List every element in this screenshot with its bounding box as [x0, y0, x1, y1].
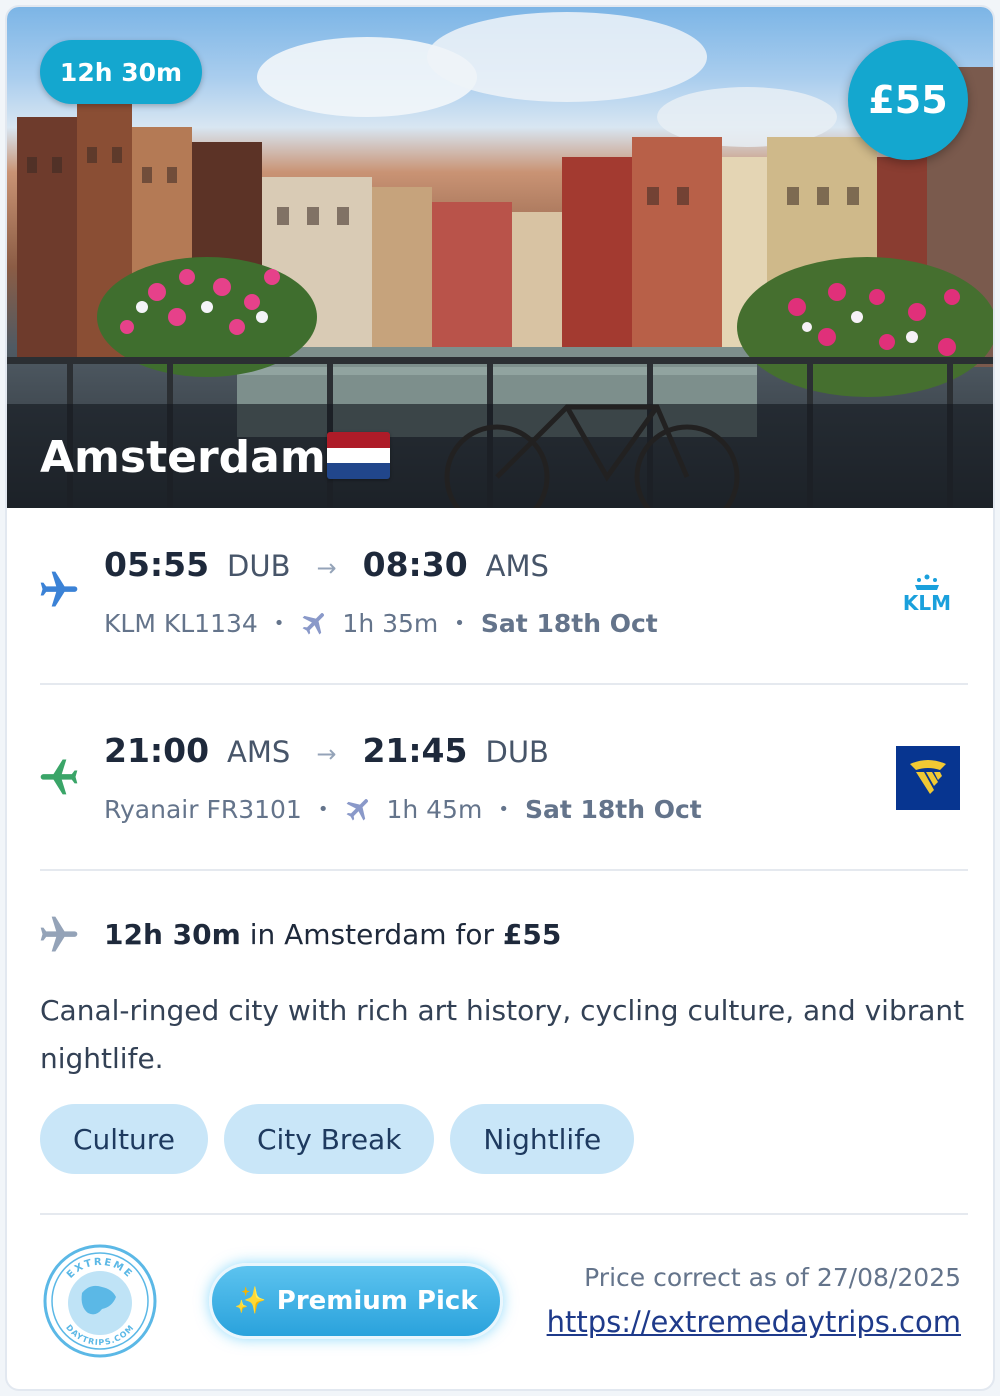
airline-flight-number: KLM KL1134 — [104, 608, 258, 638]
depart-airport: AMS — [227, 735, 291, 769]
ryanair-logo-icon — [896, 746, 960, 810]
layover-duration-badge: 12h 30m — [40, 40, 202, 104]
flight-date: Sat 18th Oct — [524, 794, 702, 824]
extreme-daytrips-logo: EXTREME DAYTRIPS.COM — [43, 1244, 157, 1358]
sparkles-icon: ✨ — [234, 1286, 267, 1316]
netherlands-flag-icon — [327, 432, 390, 479]
trip-summary: 12h 30m in Amsterdam for £55 — [104, 918, 561, 951]
website-link[interactable]: https://extremedaytrips.com — [547, 1305, 961, 1339]
airplane-emoji-icon — [347, 799, 369, 821]
hero-image: 12h 30m £55 Amsterdam — [7, 7, 993, 508]
depart-airport: DUB — [227, 549, 291, 583]
outbound-times: 05:55 DUB → 08:30 AMS — [104, 545, 549, 584]
plane-departure-icon — [40, 571, 78, 607]
trip-card: 12h 30m £55 Amsterdam 05:55 DUB → 08:30 … — [5, 5, 995, 1391]
arrive-airport: DUB — [485, 735, 549, 769]
flight-date: Sat 18th Oct — [480, 608, 658, 638]
depart-time: 05:55 — [104, 545, 210, 584]
airplane-emoji-icon — [303, 613, 325, 635]
depart-time: 21:00 — [104, 731, 210, 770]
return-flight[interactable]: 21:00 AMS → 21:45 DUB Ryanair FR3101 • 1… — [7, 731, 993, 841]
plane-return-icon — [40, 759, 78, 795]
summary-duration: 12h 30m — [104, 918, 241, 951]
price-note: Price correct as of 27/08/2025 — [584, 1263, 961, 1292]
tag-list: Culture City Break Nightlife — [40, 1104, 635, 1174]
divider — [40, 1213, 968, 1215]
plane-summary-icon — [40, 916, 78, 952]
separator-dot: • — [317, 798, 329, 820]
premium-pick-label: Premium Pick — [276, 1286, 478, 1316]
return-times: 21:00 AMS → 21:45 DUB — [104, 731, 549, 770]
arrive-airport: AMS — [485, 549, 549, 583]
flag-stripe-red — [327, 432, 390, 448]
separator-dot: • — [273, 612, 285, 634]
divider — [40, 683, 968, 685]
city-title: Amsterdam — [40, 432, 326, 483]
premium-pick-badge[interactable]: ✨ Premium Pick — [209, 1263, 503, 1339]
summary-price: £55 — [502, 918, 562, 951]
klm-logo-text: KLM — [903, 591, 951, 613]
separator-dot: • — [454, 612, 465, 634]
flight-duration: 1h 35m — [342, 608, 439, 638]
separator-dot: • — [498, 798, 509, 820]
divider — [40, 869, 968, 871]
tag-city-break[interactable]: City Break — [223, 1104, 435, 1174]
summary-text: in Amsterdam for — [240, 918, 503, 951]
route-arrow: → — [316, 554, 337, 582]
tag-culture[interactable]: Culture — [40, 1104, 208, 1174]
airline-flight-number: Ryanair FR3101 — [104, 794, 302, 824]
flag-stripe-blue — [327, 463, 390, 479]
arrive-time: 08:30 — [362, 545, 468, 584]
route-arrow: → — [316, 740, 337, 768]
klm-logo-icon: KLM — [903, 574, 951, 613]
price-badge: £55 — [848, 40, 968, 160]
flag-stripe-white — [327, 447, 390, 464]
city-description: Canal-ringed city with rich art history,… — [40, 994, 965, 1075]
outbound-meta: KLM KL1134 • 1h 35m • Sat 18th Oct — [104, 608, 658, 638]
arrive-time: 21:45 — [362, 731, 468, 770]
flight-duration: 1h 45m — [386, 794, 483, 824]
outbound-flight[interactable]: 05:55 DUB → 08:30 AMS KLM KL1134 • 1h 35… — [7, 545, 993, 655]
tag-nightlife[interactable]: Nightlife — [450, 1104, 635, 1174]
return-meta: Ryanair FR3101 • 1h 45m • Sat 18th Oct — [104, 794, 702, 824]
